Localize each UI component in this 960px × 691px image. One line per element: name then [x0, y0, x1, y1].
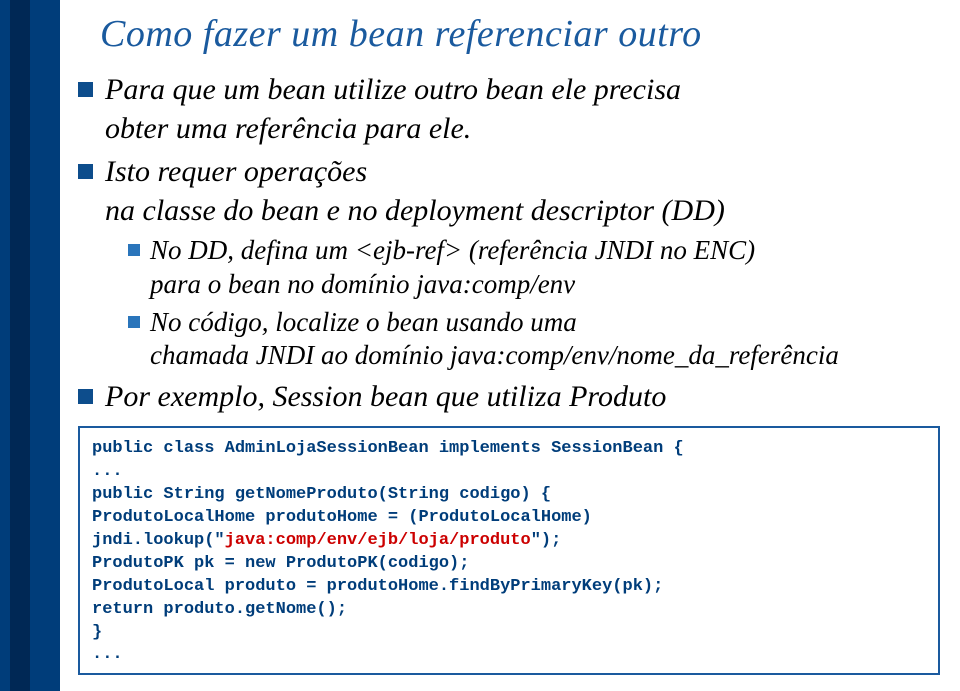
bullet-text: No código, localize o bean usando uma ch… [150, 306, 839, 374]
code-text: jndi.lookup(" [92, 531, 225, 550]
sidebar-stripe [0, 0, 60, 691]
text-line: na classe do bean e no deployment descri… [105, 194, 725, 227]
code-line: ... [92, 461, 926, 484]
text-line: para o bean no domínio java:comp/env [150, 269, 575, 299]
square-bullet-icon [78, 389, 93, 404]
text-line: Para que um bean utilize outro bean ele … [105, 73, 681, 106]
bullet-text: No DD, defina um <ejb-ref> (referência J… [150, 234, 755, 302]
code-line: } [92, 622, 926, 645]
square-bullet-icon [78, 82, 93, 97]
sub-bullet-item: No código, localize o bean usando uma ch… [128, 306, 940, 374]
code-text: ProdutoLocalHome produtoHome = (ProdutoL… [92, 508, 592, 527]
code-line: public class AdminLojaSessionBean implem… [92, 438, 926, 461]
code-text-highlight: java:comp/env/ejb/loja/produto [225, 531, 531, 550]
code-line: ProdutoPK pk = new ProdutoPK(codigo); [92, 553, 926, 576]
code-block: public class AdminLojaSessionBean implem… [78, 426, 940, 675]
sub-bullet-item: No DD, defina um <ejb-ref> (referência J… [128, 234, 940, 302]
sidebar-stripe-inner [10, 0, 30, 691]
bullet-item: Para que um bean utilize outro bean ele … [78, 70, 940, 148]
code-line: jndi.lookup("java:comp/env/ejb/loja/prod… [92, 530, 926, 553]
bullet-item: Isto requer operações na classe do bean … [78, 152, 940, 230]
slide: Como fazer um bean referenciar outro Par… [0, 0, 960, 691]
sub-bullet-list: No DD, defina um <ejb-ref> (referência J… [128, 234, 940, 373]
code-line: ProdutoLocalHome produtoHome = (ProdutoL… [92, 507, 926, 530]
code-line: return produto.getNome(); [92, 599, 926, 622]
square-bullet-icon [128, 244, 140, 256]
bullet-text: Para que um bean utilize outro bean ele … [105, 70, 681, 148]
text-line: chamada JNDI ao domínio java:comp/env/no… [150, 340, 839, 370]
code-line: ProdutoLocal produto = produtoHome.findB… [92, 576, 926, 599]
square-bullet-icon [78, 164, 93, 179]
slide-title: Como fazer um bean referenciar outro [100, 12, 702, 56]
bullet-text: Isto requer operações na classe do bean … [105, 152, 725, 230]
square-bullet-icon [128, 316, 140, 328]
slide-content: Para que um bean utilize outro bean ele … [78, 70, 940, 675]
text-line: No DD, defina um <ejb-ref> (referência J… [150, 235, 755, 265]
text-line: No código, localize o bean usando uma [150, 307, 577, 337]
bullet-item: Por exemplo, Session bean que utiliza Pr… [78, 377, 940, 416]
bullet-text: Por exemplo, Session bean que utiliza Pr… [105, 377, 666, 416]
code-text: "); [531, 531, 562, 550]
code-line: ... [92, 644, 926, 667]
text-line: Isto requer operações [105, 155, 367, 188]
code-line: public String getNomeProduto(String codi… [92, 484, 926, 507]
text-line: obter uma referência para ele. [105, 112, 471, 145]
